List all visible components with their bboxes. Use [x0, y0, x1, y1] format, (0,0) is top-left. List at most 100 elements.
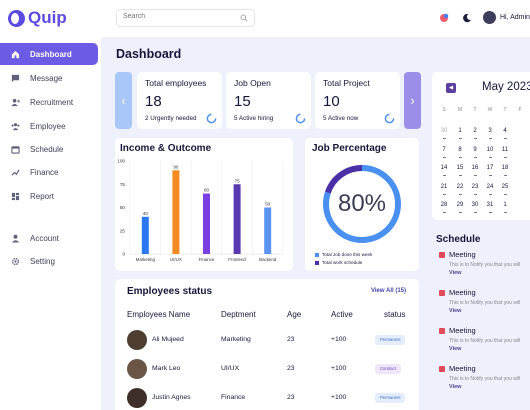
bar-value-label: 90: [173, 164, 179, 169]
bar-backend[interactable]: [264, 207, 272, 255]
calendar-day[interactable]: 15: [453, 165, 467, 171]
calendar-day[interactable]: 1: [498, 202, 512, 208]
legend-label: Total Job done this week: [322, 252, 373, 257]
event-dot: [473, 157, 477, 158]
view-all-link[interactable]: View All (15): [371, 288, 406, 294]
calendar-day[interactable]: 29: [453, 202, 467, 208]
employees-status-card: Employees status View All (15): [115, 279, 419, 410]
calendar-weekday: W: [487, 107, 493, 113]
carousel-prev-button[interactable]: ‹: [115, 72, 132, 129]
column-header: Age: [287, 310, 302, 319]
checkbox-icon[interactable]: [439, 328, 445, 334]
sidebar-item-message[interactable]: Message: [0, 67, 98, 89]
progress-ring-icon: [384, 113, 395, 124]
calendar-day[interactable]: 2: [468, 128, 482, 134]
sidebar-item-dashboard[interactable]: Dashboard: [0, 43, 98, 65]
event-dot: [503, 157, 507, 158]
event-dot: [458, 175, 462, 176]
sidebar-item-employee[interactable]: Employee: [0, 115, 98, 137]
schedule-item[interactable]: Meeting This is to Notify you that you wi…: [437, 249, 530, 283]
event-dot: [503, 175, 507, 176]
sidebar-item-label: Recruitment: [30, 97, 74, 107]
sidebar-item-label: Report: [30, 191, 55, 201]
schedule-item[interactable]: Meeting This is to Notify you that you wi…: [437, 287, 530, 321]
stat-subtitle: 5 Active now: [323, 115, 359, 122]
event-dot: [488, 157, 492, 158]
calendar-day[interactable]: 24: [483, 184, 497, 190]
sidebar-item-report[interactable]: Report: [0, 185, 98, 207]
event-dot: [442, 175, 446, 176]
event-dot: [442, 138, 446, 139]
calendar-day[interactable]: 25: [498, 184, 512, 190]
calendar-day[interactable]: 30: [437, 128, 451, 134]
sidebar-item-finance[interactable]: Finance: [0, 161, 98, 183]
stat-title: Total employees: [145, 78, 207, 88]
job-percentage-value: 80%: [337, 190, 387, 217]
calendar-day[interactable]: 31: [483, 202, 497, 208]
notification-icon[interactable]: [438, 12, 450, 24]
event-dot: [503, 212, 507, 213]
progress-ring-icon: [206, 113, 217, 124]
calendar-day[interactable]: 21: [437, 184, 451, 190]
calendar-day[interactable]: 4: [498, 128, 512, 134]
calendar-day[interactable]: 23: [468, 184, 482, 190]
bar-marketing[interactable]: [141, 216, 149, 254]
sidebar-item-account[interactable]: Account: [0, 227, 98, 249]
checkbox-icon[interactable]: [439, 252, 445, 258]
x-tick-label: UI/UX: [170, 257, 182, 262]
sidebar-item-label: Message: [30, 73, 63, 83]
calendar-day[interactable]: 22: [453, 184, 467, 190]
calendar-day[interactable]: 17: [483, 165, 497, 171]
logo-text: Quip: [28, 8, 67, 27]
chevron-right-icon: ›: [410, 93, 415, 108]
calendar-prev-button[interactable]: ◀: [446, 83, 456, 93]
sidebar-item-label: Employee: [30, 121, 66, 131]
employee-icon: [11, 122, 20, 130]
calendar-day[interactable]: 10: [483, 147, 497, 153]
calendar-weekday: T: [503, 107, 507, 113]
calendar-day[interactable]: 3: [483, 128, 497, 134]
search-box[interactable]: [116, 9, 255, 27]
app-logo[interactable]: Quip: [8, 8, 67, 28]
moon-icon[interactable]: [461, 12, 473, 24]
calendar-day[interactable]: 7: [437, 147, 451, 153]
search-icon[interactable]: [240, 14, 248, 22]
calendar-day[interactable]: 9: [468, 147, 482, 153]
schedule-view-link[interactable]: View: [449, 346, 461, 352]
calendar-weekday: F: [518, 107, 522, 113]
calendar-day[interactable]: 8: [453, 147, 467, 153]
page-title: Dashboard: [116, 47, 182, 61]
carousel-next-button[interactable]: ›: [404, 72, 421, 129]
sidebar-item-setting[interactable]: Setting: [0, 250, 98, 272]
schedule-view-link[interactable]: View: [449, 384, 461, 390]
bar-finance[interactable]: [203, 193, 210, 254]
job-percentage-title: Job Percentage: [312, 143, 387, 154]
column-header: Active: [331, 310, 353, 319]
sidebar-item-schedule[interactable]: Schedule: [0, 138, 98, 160]
sidebar-item-label: Dashboard: [30, 49, 72, 59]
logo-mark-icon: [8, 9, 25, 27]
search-input[interactable]: [123, 13, 233, 20]
checkbox-icon[interactable]: [439, 366, 445, 372]
schedule-view-link[interactable]: View: [449, 308, 461, 314]
calendar-day[interactable]: 30: [468, 202, 482, 208]
bar-ui-ux[interactable]: [172, 170, 180, 254]
bar-frontend[interactable]: [233, 184, 241, 254]
event-dot: [503, 138, 507, 139]
calendar-day[interactable]: 11: [498, 147, 512, 153]
calendar-day[interactable]: 1: [453, 128, 467, 134]
schedule-item-desc: This is to Notify you that you will: [449, 262, 521, 268]
schedule-view-link[interactable]: View: [449, 270, 461, 276]
calendar-day[interactable]: 28: [437, 202, 451, 208]
calendar-day[interactable]: 14: [437, 165, 451, 171]
sidebar-item-label: Account: [30, 233, 59, 243]
calendar-day[interactable]: 16: [468, 165, 482, 171]
employee-avatar: [127, 388, 147, 408]
schedule-item[interactable]: Meeting This is to Notify you that you wi…: [437, 325, 530, 359]
employee-avatar: [127, 359, 147, 379]
checkbox-icon[interactable]: [439, 290, 445, 296]
user-avatar[interactable]: [483, 11, 496, 24]
sidebar-item-recruitment[interactable]: Recruitment: [0, 91, 98, 113]
schedule-item[interactable]: Meeting This is to Notify you that you wi…: [437, 363, 530, 397]
calendar-day[interactable]: 18: [498, 165, 512, 171]
